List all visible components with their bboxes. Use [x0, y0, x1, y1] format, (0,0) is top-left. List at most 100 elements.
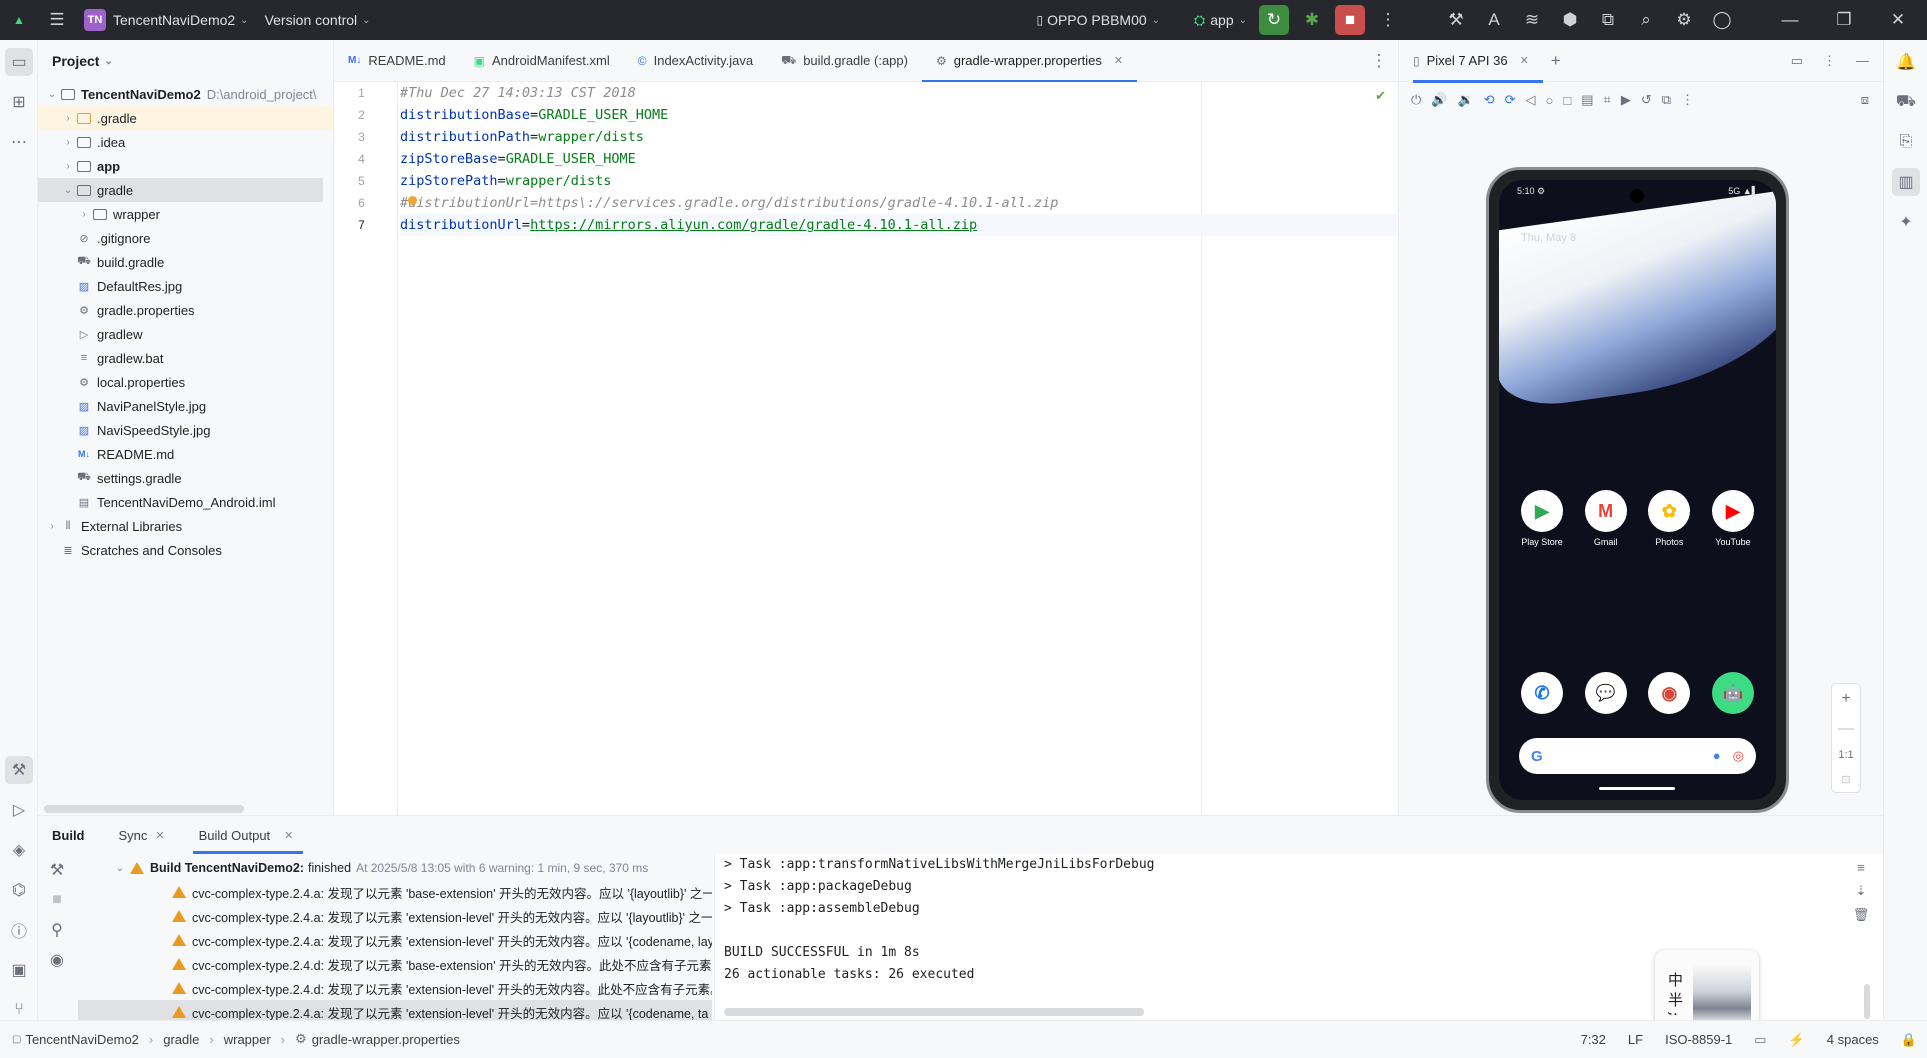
restore-icon[interactable]: ❐: [1829, 5, 1859, 35]
no-problems-check-icon[interactable]: ✔: [1375, 88, 1386, 104]
gradle-tool-icon[interactable]: ◈: [5, 836, 33, 864]
tree-item-iml[interactable]: ▤ TencentNaviDemo_Android.iml: [38, 490, 333, 514]
window-layout-icon[interactable]: ▭: [1791, 53, 1803, 69]
tab-pixel-7[interactable]: ▯ Pixel 7 API 36 ✕: [1413, 40, 1543, 83]
build-tool-icon[interactable]: ⚒: [5, 756, 33, 784]
rerun-button[interactable]: ↻: [1259, 5, 1289, 35]
tree-item-external-libraries[interactable]: › ⫴ External Libraries: [38, 514, 333, 538]
build-hammer-icon[interactable]: ⚒: [43, 856, 71, 884]
gradle-icon[interactable]: ⛟: [1892, 88, 1920, 116]
warning-row[interactable]: cvc-complex-type.2.4.a: 发现了以元素 'base-ext…: [78, 880, 712, 904]
project-switcher[interactable]: TN TencentNaviDemo2 ⌄: [76, 0, 257, 40]
rotate-left-icon[interactable]: ⟲: [1484, 92, 1495, 108]
breadcrumb-item[interactable]: wrapper: [224, 1032, 271, 1047]
add-device-icon[interactable]: +: [1551, 51, 1561, 71]
device-manager-icon[interactable]: ⧉: [1593, 5, 1623, 35]
code-content[interactable]: #Thu Dec 27 14:03:13 CST 2018 distributi…: [400, 82, 1398, 236]
tree-item-gradlew-bat[interactable]: ≡ gradlew.bat: [38, 346, 333, 370]
volume-down-icon[interactable]: 🔉: [1457, 92, 1473, 108]
main-menu-icon[interactable]: ☰: [42, 5, 72, 35]
fold-icon[interactable]: ▤: [1581, 92, 1593, 108]
tree-item-gradle[interactable]: ⌄ gradle: [38, 178, 323, 202]
home-icon[interactable]: ○: [1545, 93, 1553, 108]
app-phone[interactable]: ✆: [1517, 672, 1567, 714]
lock-icon[interactable]: 🔒: [1901, 1032, 1917, 1048]
code-editor[interactable]: 1 2 3 4 5 6 7 #Thu Dec 27 14:03:13 CST 2…: [334, 82, 1398, 815]
tree-item-app[interactable]: › app: [38, 154, 333, 178]
hide-panel-icon[interactable]: —: [1856, 53, 1869, 68]
tree-item-local-properties[interactable]: ⚙ local.properties: [38, 370, 333, 394]
tree-item-gradle-dir[interactable]: › .gradle: [38, 106, 333, 130]
warning-row[interactable]: cvc-complex-type.2.4.a: 发现了以元素 'extensio…: [78, 904, 712, 928]
app-messages[interactable]: 💬: [1581, 672, 1631, 714]
sync-gradle-icon[interactable]: ≋: [1517, 5, 1547, 35]
close-tab-icon[interactable]: ✕: [1520, 54, 1529, 67]
zoom-fit-icon[interactable]: ⊡: [1841, 773, 1850, 786]
problems-tool-icon[interactable]: ⓘ: [5, 916, 33, 944]
settings-gear-icon[interactable]: ⚙: [1669, 5, 1699, 35]
notifications-icon[interactable]: 🔔: [1892, 48, 1920, 76]
pin-icon[interactable]: ⚲: [43, 916, 71, 944]
app-android[interactable]: 🤖: [1708, 672, 1758, 714]
tree-item-navispeedstyle[interactable]: ▨ NaviSpeedStyle.jpg: [38, 418, 333, 442]
warning-row[interactable]: cvc-complex-type.2.4.a: 发现了以元素 'extensio…: [78, 1000, 712, 1021]
zoom-actual-size[interactable]: 1:1: [1838, 749, 1853, 761]
project-panel-header[interactable]: Project ⌄: [38, 40, 333, 82]
mirror-icon[interactable]: ⧈: [1861, 92, 1869, 108]
apply-changes-icon[interactable]: A: [1479, 5, 1509, 35]
back-icon[interactable]: ◁: [1525, 92, 1535, 108]
breadcrumb-item[interactable]: gradle-wrapper.properties: [312, 1032, 460, 1047]
device-selector[interactable]: ▯ OPPO PBBM00 ⌄: [1028, 0, 1168, 40]
breadcrumb-item[interactable]: TencentNaviDemo2: [25, 1032, 138, 1047]
screenshot-icon[interactable]: ⌗: [1604, 92, 1611, 108]
build-output-console[interactable]: > Task :app:transformNativeLibsWithMerge…: [714, 854, 1883, 1038]
tree-root[interactable]: ⌄ TencentNaviDemo2 D:\android_project\: [38, 82, 333, 106]
power-save-icon[interactable]: ⚡: [1789, 1032, 1805, 1048]
stop-button[interactable]: ■: [1335, 5, 1365, 35]
terminal-tool-icon[interactable]: ▣: [5, 956, 33, 984]
lens-icon[interactable]: ◎: [1733, 748, 1744, 764]
tab-gradle-wrapper-properties[interactable]: ⚙ gradle-wrapper.properties ✕: [921, 40, 1138, 83]
readonly-toggle-icon[interactable]: ▭: [1754, 1032, 1766, 1048]
gesture-nav-bar[interactable]: [1599, 787, 1675, 790]
device-screen[interactable]: 5:10 ⚙ 5G ▲▌ Thu, May 8 ▶ Play Store M G…: [1499, 180, 1776, 800]
running-devices-icon[interactable]: ▥: [1892, 168, 1920, 196]
tree-item-defaultres[interactable]: ▨ DefaultRes.jpg: [38, 274, 333, 298]
tree-item-wrapper[interactable]: › wrapper: [38, 202, 333, 226]
app-youtube[interactable]: ▶ YouTube: [1708, 490, 1758, 547]
account-icon[interactable]: ◯: [1707, 5, 1737, 35]
close-tab-icon[interactable]: ✕: [155, 829, 164, 842]
scroll-to-end-icon[interactable]: ⇣: [1856, 883, 1867, 899]
intention-bulb-icon[interactable]: [408, 196, 417, 205]
app-chrome[interactable]: ◉: [1644, 672, 1694, 714]
soft-wrap-icon[interactable]: ≡: [1857, 860, 1865, 875]
tree-item-idea[interactable]: › .idea: [38, 130, 333, 154]
device-file-explorer-icon[interactable]: ⎘: [1892, 128, 1920, 156]
more-tabs-icon[interactable]: ⋮: [1364, 46, 1394, 76]
view-icon[interactable]: ◉: [43, 946, 71, 974]
line-separator[interactable]: LF: [1628, 1032, 1643, 1047]
screen-record-icon[interactable]: ▶: [1621, 92, 1631, 108]
build-hammer-icon[interactable]: ⚒: [1441, 5, 1471, 35]
app-gmail[interactable]: M Gmail: [1581, 490, 1631, 547]
indent-setting[interactable]: 4 spaces: [1827, 1032, 1879, 1047]
vcs-menu[interactable]: Version control ⌄: [257, 0, 379, 40]
logcat-tool-icon[interactable]: ⌬: [5, 876, 33, 904]
minimize-icon[interactable]: —: [1775, 5, 1805, 35]
app-play-store[interactable]: ▶ Play Store: [1517, 490, 1567, 547]
volume-up-icon[interactable]: 🔊: [1431, 92, 1447, 108]
sdk-manager-icon[interactable]: ⬢: [1555, 5, 1585, 35]
project-tool-icon[interactable]: ▭: [5, 48, 33, 76]
tab-readme[interactable]: M↓ README.md: [334, 40, 460, 82]
tree-item-settings-gradle[interactable]: ⛟ settings.gradle: [38, 466, 333, 490]
gemini-icon[interactable]: ✦: [1892, 208, 1920, 236]
build-root-row[interactable]: ⌄ Build TencentNaviDemo2: finished At 20…: [78, 856, 712, 880]
tab-sync[interactable]: Sync ✕: [119, 816, 179, 854]
tab-build-output[interactable]: Build Output ✕: [192, 816, 308, 854]
clear-all-icon[interactable]: 🗑: [1853, 907, 1870, 923]
zoom-out-icon[interactable]: —: [1838, 720, 1854, 738]
tree-item-gradle-properties[interactable]: ⚙ gradle.properties: [38, 298, 333, 322]
tree-item-scratches[interactable]: ≣ Scratches and Consoles: [38, 538, 333, 562]
app-photos[interactable]: ✿ Photos: [1644, 490, 1694, 547]
tree-item-navipanelstyle[interactable]: ▨ NaviPanelStyle.jpg: [38, 394, 333, 418]
